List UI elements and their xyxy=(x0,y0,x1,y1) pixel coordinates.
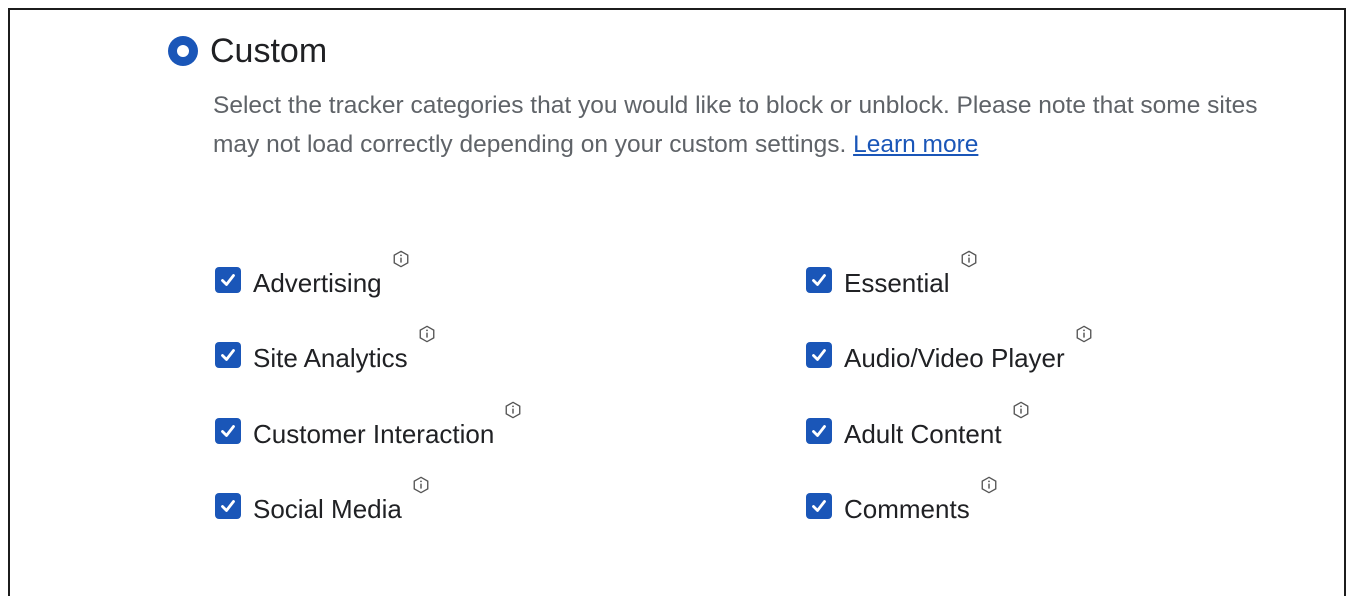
site-analytics-label: Site Analytics xyxy=(253,342,408,373)
description-text: Select the tracker categories that you w… xyxy=(213,92,1258,158)
category-advertising[interactable]: Advertising xyxy=(215,250,410,300)
customer-interaction-label: Customer Interaction xyxy=(253,418,495,449)
checkmark-icon xyxy=(221,349,235,361)
custom-option-title: Custom xyxy=(210,32,328,70)
checkmark-icon xyxy=(812,500,826,512)
learn-more-link[interactable]: Learn more xyxy=(853,131,978,158)
category-audio-video-player[interactable]: Audio/Video Player xyxy=(806,325,1093,375)
category-adult-content[interactable]: Adult Content xyxy=(806,401,1030,451)
category-essential[interactable]: Essential xyxy=(806,250,978,300)
essential-checkbox[interactable] xyxy=(806,267,832,293)
social-media-label: Social Media xyxy=(253,493,402,524)
category-social-media[interactable]: Social Media xyxy=(215,476,430,526)
checkmark-icon xyxy=(221,274,235,286)
info-icon[interactable] xyxy=(418,325,436,343)
customer-interaction-checkbox[interactable] xyxy=(215,418,241,444)
advertising-label: Advertising xyxy=(253,267,382,298)
category-comments[interactable]: Comments xyxy=(806,476,998,526)
info-icon[interactable] xyxy=(960,250,978,268)
audio-video-player-checkbox[interactable] xyxy=(806,342,832,368)
info-icon[interactable] xyxy=(504,401,522,419)
checkmark-icon xyxy=(812,349,826,361)
custom-option[interactable]: Custom xyxy=(168,31,327,71)
social-media-checkbox[interactable] xyxy=(215,493,241,519)
site-analytics-checkbox[interactable] xyxy=(215,342,241,368)
category-site-analytics[interactable]: Site Analytics xyxy=(215,325,436,375)
info-icon[interactable] xyxy=(1075,325,1093,343)
checkmark-icon xyxy=(221,425,235,437)
checkmark-icon xyxy=(221,500,235,512)
checkmark-icon xyxy=(812,274,826,286)
custom-radio-button[interactable] xyxy=(168,36,198,66)
info-icon[interactable] xyxy=(980,476,998,494)
audio-video-player-label: Audio/Video Player xyxy=(844,342,1065,373)
radio-selected-dot xyxy=(177,45,189,57)
comments-label: Comments xyxy=(844,493,970,524)
info-icon[interactable] xyxy=(412,476,430,494)
category-customer-interaction[interactable]: Customer Interaction xyxy=(215,401,522,451)
custom-description: Select the tracker categories that you w… xyxy=(213,86,1273,164)
comments-checkbox[interactable] xyxy=(806,493,832,519)
advertising-checkbox[interactable] xyxy=(215,267,241,293)
info-icon[interactable] xyxy=(392,250,410,268)
info-icon[interactable] xyxy=(1012,401,1030,419)
adult-content-label: Adult Content xyxy=(844,418,1002,449)
essential-label: Essential xyxy=(844,267,950,298)
adult-content-checkbox[interactable] xyxy=(806,418,832,444)
checkmark-icon xyxy=(812,425,826,437)
